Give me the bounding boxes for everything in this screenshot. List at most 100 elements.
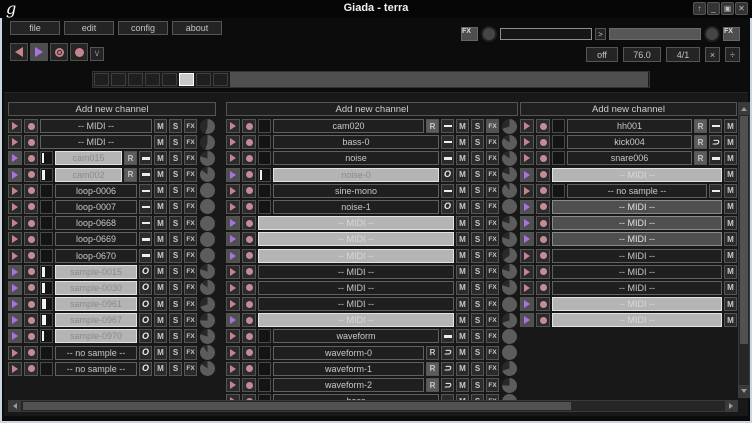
channel-volume-knob[interactable] bbox=[501, 312, 518, 329]
channel-play-button[interactable] bbox=[226, 313, 240, 327]
channel-mute-button[interactable]: M bbox=[724, 135, 737, 149]
channel-solo-button[interactable]: S bbox=[471, 184, 484, 198]
channel-play-button[interactable] bbox=[226, 378, 240, 392]
channel-record-button[interactable] bbox=[242, 168, 256, 182]
channel-mute-button[interactable]: M bbox=[456, 119, 469, 133]
channel-name-button[interactable]: -- MIDI -- bbox=[258, 216, 454, 230]
channel-name-button[interactable]: bass-0 bbox=[273, 135, 439, 149]
channel-mute-button[interactable]: M bbox=[724, 168, 737, 182]
master-in-fx-button[interactable]: FX bbox=[461, 27, 478, 41]
channel-mode-button[interactable] bbox=[139, 151, 152, 165]
channel-record-button[interactable] bbox=[242, 362, 256, 376]
meter-button[interactable]: 4/1 bbox=[666, 47, 700, 62]
channel-name-button[interactable]: sample-0015 bbox=[55, 265, 137, 279]
channel-solo-button[interactable]: S bbox=[471, 151, 484, 165]
channel-record-actions-button[interactable]: R bbox=[426, 362, 439, 376]
channel-play-button[interactable] bbox=[8, 119, 22, 133]
channel-record-actions-button[interactable]: R bbox=[694, 119, 707, 133]
channel-name-button[interactable]: -- MIDI -- bbox=[552, 232, 722, 246]
channel-volume-knob[interactable] bbox=[199, 118, 216, 135]
channel-play-button[interactable] bbox=[226, 135, 240, 149]
channel-mute-button[interactable]: M bbox=[724, 297, 737, 311]
channel-record-button[interactable] bbox=[24, 313, 38, 327]
channel-solo-button[interactable]: S bbox=[169, 313, 182, 327]
channel-mode-button[interactable]: O bbox=[139, 313, 152, 327]
channel-solo-button[interactable]: S bbox=[169, 119, 182, 133]
channel-record-button[interactable] bbox=[536, 184, 550, 198]
channel-name-button[interactable]: -- MIDI -- bbox=[552, 216, 722, 230]
channel-fx-button[interactable]: FX bbox=[486, 200, 499, 214]
minimize-button[interactable]: _ bbox=[707, 2, 720, 15]
channel-mode-button[interactable]: ⊃ bbox=[441, 378, 454, 392]
channel-solo-button[interactable]: S bbox=[471, 378, 484, 392]
channel-mute-button[interactable]: M bbox=[456, 216, 469, 230]
channel-fx-button[interactable]: FX bbox=[486, 265, 499, 279]
channel-record-button[interactable] bbox=[24, 135, 38, 149]
channel-name-button[interactable]: hh001 bbox=[567, 119, 692, 133]
channel-record-actions-button[interactable]: R bbox=[694, 135, 707, 149]
channel-record-actions-button[interactable]: R bbox=[124, 151, 137, 165]
channel-solo-button[interactable]: S bbox=[471, 232, 484, 246]
channel-record-button[interactable] bbox=[242, 281, 256, 295]
channel-mode-button[interactable] bbox=[441, 119, 454, 133]
channel-record-button[interactable] bbox=[242, 346, 256, 360]
channel-name-button[interactable]: -- MIDI -- bbox=[552, 168, 722, 182]
channel-fx-button[interactable]: FX bbox=[486, 216, 499, 230]
channel-mode-button[interactable] bbox=[139, 168, 152, 182]
channel-record-actions-button[interactable]: R bbox=[694, 151, 707, 165]
channel-record-button[interactable] bbox=[24, 151, 38, 165]
channel-name-button[interactable]: cam020 bbox=[273, 119, 424, 133]
channel-record-button[interactable] bbox=[536, 216, 550, 230]
bpm-button[interactable]: 76.0 bbox=[623, 47, 661, 62]
channel-mute-button[interactable]: M bbox=[724, 151, 737, 165]
channel-record-button[interactable] bbox=[24, 119, 38, 133]
channel-volume-knob[interactable] bbox=[501, 134, 518, 151]
channel-record-actions-button[interactable]: R bbox=[426, 378, 439, 392]
channel-volume-knob[interactable] bbox=[199, 296, 216, 313]
channel-mute-button[interactable]: M bbox=[154, 313, 167, 327]
channel-solo-button[interactable]: S bbox=[169, 329, 182, 343]
channel-play-button[interactable] bbox=[8, 313, 22, 327]
channel-fx-button[interactable]: FX bbox=[486, 151, 499, 165]
channel-record-button[interactable] bbox=[24, 297, 38, 311]
channel-record-button[interactable] bbox=[24, 216, 38, 230]
channel-solo-button[interactable]: S bbox=[471, 362, 484, 376]
channel-mode-button[interactable]: O bbox=[139, 346, 152, 360]
channel-fx-button[interactable]: FX bbox=[486, 168, 499, 182]
channel-record-button[interactable] bbox=[24, 200, 38, 214]
channel-name-button[interactable]: -- MIDI -- bbox=[258, 313, 454, 327]
channel-volume-knob[interactable] bbox=[199, 328, 216, 345]
channel-mode-button[interactable]: O bbox=[441, 200, 454, 214]
channel-play-button[interactable] bbox=[520, 200, 534, 214]
channel-solo-button[interactable]: S bbox=[169, 265, 182, 279]
master-out-volume-knob[interactable] bbox=[704, 26, 720, 42]
channel-volume-knob[interactable] bbox=[199, 279, 216, 296]
add-new-channel-button[interactable]: Add new channel bbox=[520, 102, 737, 116]
channel-mute-button[interactable]: M bbox=[724, 313, 737, 327]
channel-mode-button[interactable] bbox=[441, 151, 454, 165]
channel-mute-button[interactable]: M bbox=[456, 329, 469, 343]
action-record-button[interactable] bbox=[50, 43, 68, 61]
channel-mute-button[interactable]: M bbox=[154, 362, 167, 376]
channel-name-button[interactable]: loop-0668 bbox=[55, 216, 137, 230]
channel-mute-button[interactable]: M bbox=[154, 216, 167, 230]
channel-fx-button[interactable]: FX bbox=[184, 313, 197, 327]
channel-mode-button[interactable]: O bbox=[139, 362, 152, 376]
channel-record-button[interactable] bbox=[536, 265, 550, 279]
channel-name-button[interactable]: loop-0007 bbox=[55, 200, 137, 214]
channel-mute-button[interactable]: M bbox=[724, 200, 737, 214]
channel-play-button[interactable] bbox=[8, 168, 22, 182]
channel-record-button[interactable] bbox=[242, 119, 256, 133]
channel-play-button[interactable] bbox=[8, 281, 22, 295]
channel-record-button[interactable] bbox=[242, 249, 256, 263]
metronome-button[interactable]: \/ bbox=[90, 47, 104, 61]
add-new-channel-button[interactable]: Add new channel bbox=[8, 102, 216, 116]
channel-fx-button[interactable]: FX bbox=[184, 297, 197, 311]
channel-fx-button[interactable]: FX bbox=[486, 232, 499, 246]
channel-solo-button[interactable]: S bbox=[169, 168, 182, 182]
channel-record-button[interactable] bbox=[24, 265, 38, 279]
channel-fx-button[interactable]: FX bbox=[184, 346, 197, 360]
scroll-left-arrow[interactable] bbox=[9, 401, 21, 411]
channel-mute-button[interactable]: M bbox=[154, 168, 167, 182]
channel-solo-button[interactable]: S bbox=[169, 232, 182, 246]
